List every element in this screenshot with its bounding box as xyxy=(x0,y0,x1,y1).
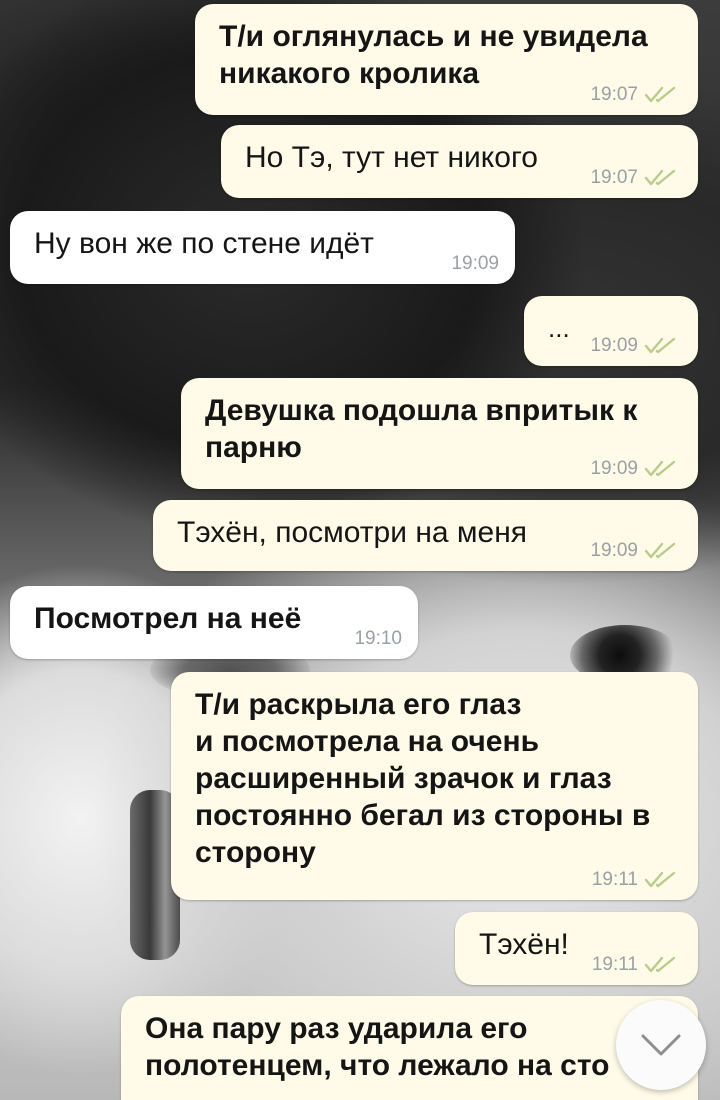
double-check-icon xyxy=(644,169,678,187)
message-outgoing[interactable]: Но Тэ, тут нет никого 19:07 xyxy=(221,125,698,198)
double-check-icon xyxy=(644,542,678,560)
message-list[interactable]: Т/и оглянулась и не увидела никакого кро… xyxy=(0,0,720,1100)
message-text: Ну вон же по стене идёт xyxy=(34,227,374,260)
message-outgoing[interactable]: Т/и оглянулась и не увидела никакого кро… xyxy=(195,4,698,115)
message-time: 19:11 xyxy=(591,869,638,890)
message-outgoing[interactable]: Т/и раскрыла его глаз и посмотрела на оч… xyxy=(171,672,698,900)
message-outgoing[interactable]: Тэхён, посмотри на меня 19:09 xyxy=(153,500,698,571)
message-outgoing[interactable]: Девушка подошла впритык к парню 19:09 xyxy=(181,378,698,489)
scroll-to-bottom-button[interactable] xyxy=(616,1000,706,1090)
message-time: 19:09 xyxy=(590,540,638,561)
double-check-icon xyxy=(644,86,678,104)
message-time: 19:10 xyxy=(354,628,402,649)
double-check-icon xyxy=(644,871,678,889)
message-time: 19:09 xyxy=(590,335,638,356)
double-check-icon xyxy=(644,337,678,355)
message-text: Она пару раз ударила его полотенцем, что… xyxy=(145,1012,610,1082)
message-text: Девушка подошла впритык к парню xyxy=(205,394,638,464)
message-time: 19:09 xyxy=(590,458,638,479)
message-outgoing[interactable]: ... 19:09 xyxy=(524,296,698,366)
message-text: Посмотрел на неё xyxy=(34,602,302,635)
message-time: 19:09 xyxy=(451,253,499,274)
message-text: Т/и раскрыла его глаз и посмотрела на оч… xyxy=(195,688,651,869)
message-time: 19:07 xyxy=(590,167,638,188)
chevron-down-icon xyxy=(641,1034,681,1056)
message-incoming[interactable]: Посмотрел на неё 19:10 xyxy=(10,586,418,659)
double-check-icon xyxy=(644,956,678,974)
message-outgoing[interactable]: Тэхён! 19:11 xyxy=(455,912,698,985)
double-check-icon xyxy=(644,460,678,478)
message-time: 19:07 xyxy=(590,84,638,105)
message-outgoing[interactable]: Она пару раз ударила его полотенцем, что… xyxy=(121,996,698,1100)
message-text: Т/и оглянулась и не увидела никакого кро… xyxy=(219,20,648,90)
message-incoming[interactable]: Ну вон же по стене идёт 19:09 xyxy=(10,211,515,284)
message-time: 19:11 xyxy=(591,954,638,975)
